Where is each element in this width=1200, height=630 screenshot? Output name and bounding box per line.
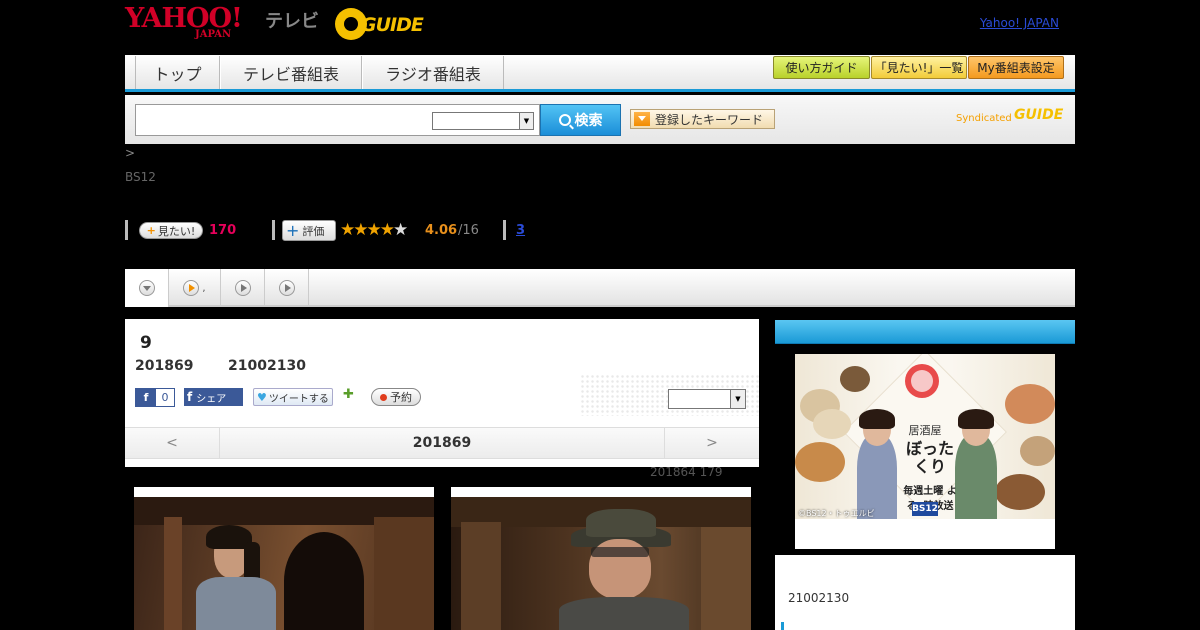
facebook-share-button[interactable]: f シェア (184, 388, 243, 406)
want-to-watch-button[interactable]: + 見たい! (139, 222, 203, 239)
search-category-select[interactable]: ▼ (432, 112, 534, 130)
star-icon: ★ (340, 220, 355, 240)
sidebar-header (775, 320, 1075, 344)
circle-chevron-down-icon (138, 280, 155, 296)
twitter-bird-icon: ♥ (257, 390, 267, 404)
divider (503, 220, 506, 240)
bs12-logo: BS12 (912, 502, 938, 516)
plus-icon: + (286, 221, 300, 240)
plus-icon: + (146, 224, 156, 237)
rating-count: /16 (458, 223, 479, 238)
g-logo-text: GUIDE (361, 14, 424, 36)
subtab-4[interactable] (265, 269, 309, 307)
program-info-box: 9 201869 21002130 f 0 f シェア ♥ ツイートする ✚ 予… (125, 319, 760, 467)
circle-chevron-right-icon (234, 280, 251, 296)
ad-program-title: ぼったくり (905, 439, 954, 476)
star-icon: ★ (379, 220, 395, 240)
search-button[interactable]: 検索 (540, 104, 621, 136)
facebook-icon: f (136, 389, 156, 406)
want-to-watch-label: 見たい! (157, 224, 196, 238)
star-icon: ★ (366, 220, 382, 240)
circle-chevron-right-icon (278, 280, 295, 296)
subtab-label: , (202, 282, 206, 294)
review-count-link[interactable]: 3 (516, 223, 525, 238)
scene-image (451, 497, 751, 630)
tab-radio-listings[interactable]: ラジオ番組表 (362, 56, 504, 89)
g-guide-logo[interactable]: GUIDE (335, 8, 433, 40)
star-icon: ★ (353, 220, 368, 240)
scene-image (134, 497, 434, 630)
saved-keywords-label: 登録したキーワード (655, 112, 764, 127)
circle-chevron-right-icon (183, 280, 200, 296)
reserve-device-select[interactable]: ▼ (668, 389, 746, 409)
reserve-button[interactable]: 予約 (371, 388, 421, 406)
star-empty-icon: ★ (393, 220, 408, 240)
syndicated-text: Syndicated (956, 113, 1012, 124)
reserve-label: 予約 (390, 391, 412, 404)
yahoo-japan-link[interactable]: Yahoo! JAPAN (980, 16, 1059, 30)
record-dot-icon (380, 393, 387, 401)
facebook-share-label: シェア (196, 393, 227, 405)
program-stats: + 見たい! 170 + 評価 ★★★★★ 4.06 /16 3 (125, 220, 625, 242)
rating-score: 4.06 (425, 223, 458, 238)
saved-keywords-button[interactable]: 登録したキーワード (630, 109, 775, 129)
scene-photo-1[interactable] (134, 487, 434, 630)
dropdown-arrow-icon (634, 112, 650, 126)
program-title: 9 (140, 333, 152, 353)
prev-date-button[interactable]: < (125, 428, 220, 458)
search-icon (558, 114, 571, 126)
divider (272, 220, 275, 240)
facebook-icon: f (187, 390, 193, 404)
subtab-2[interactable]: , (169, 269, 221, 307)
search-button-label: 検索 (574, 113, 603, 129)
tweet-label: ツイートする (268, 393, 329, 405)
yahoo-japan-logo-sub: JAPAN (195, 29, 232, 40)
program-ad-banner[interactable]: 居酒屋 ぼったくり 毎週土曜 よる9時放送 BS12 ©BS12・トゥエルビ (795, 354, 1055, 549)
tab-tv-listings[interactable]: テレビ番組表 (220, 56, 362, 89)
chevron-down-icon: ▼ (519, 113, 533, 129)
search-bar: ▼ 検索 登録したキーワード Syndicated GUIDE (125, 95, 1075, 144)
chevron-down-icon: ▼ (730, 390, 745, 408)
add-calendar-icon[interactable]: ✚ (343, 387, 359, 405)
sidebar-program-time: 21002130 (788, 591, 850, 605)
subtab-3[interactable] (221, 269, 265, 307)
program-time: 21002130 (228, 358, 306, 374)
tab-top[interactable]: トップ (135, 56, 220, 89)
next-date-button[interactable]: > (664, 428, 759, 458)
site-header: YAHOO! JAPAN テレビ GUIDE Yahoo! JAPAN (125, 0, 1075, 55)
program-date: 201869 (135, 358, 194, 374)
channel-name: BS12 (125, 170, 156, 184)
want-to-watch-count: 170 (209, 223, 237, 238)
divider (125, 220, 128, 240)
usage-guide-button[interactable]: 使い方ガイド (773, 56, 870, 79)
facebook-like-count: 0 (161, 391, 169, 404)
current-date: 201869 (412, 435, 472, 451)
detail-subtabs: , (125, 269, 1075, 307)
rate-button[interactable]: + 評価 (282, 220, 336, 241)
main-nav: トップ テレビ番組表 ラジオ番組表 使い方ガイド 「見たい!」一覧 My番組表設… (125, 55, 1075, 92)
rating-stars: ★★★★★ (340, 220, 408, 240)
ad-badge-icon (905, 364, 939, 398)
ad-copyright: ©BS12・トゥエルビ (798, 509, 875, 518)
rate-label: 評価 (302, 224, 325, 238)
tv-logo[interactable]: テレビ (265, 7, 319, 33)
syndicated-g-text: GUIDE (1014, 107, 1064, 123)
update-note: 201864 179 (650, 465, 723, 479)
syndicated-g-guide-logo: Syndicated GUIDE (956, 107, 1070, 131)
scene-photo-2[interactable] (451, 487, 751, 630)
facebook-like-button[interactable]: f 0 (135, 388, 175, 407)
date-pager: < 201869 > (125, 427, 759, 459)
sidebar-accent-bar (781, 622, 784, 630)
tweet-button[interactable]: ♥ ツイートする (253, 388, 333, 406)
watchlist-button[interactable]: 「見たい!」一覧 (871, 56, 967, 79)
my-listings-settings-button[interactable]: My番組表設定 (968, 56, 1064, 79)
ad-program-subtitle: 居酒屋 (908, 424, 942, 437)
subtab-detail[interactable] (125, 269, 169, 307)
breadcrumb[interactable]: > (125, 146, 135, 160)
